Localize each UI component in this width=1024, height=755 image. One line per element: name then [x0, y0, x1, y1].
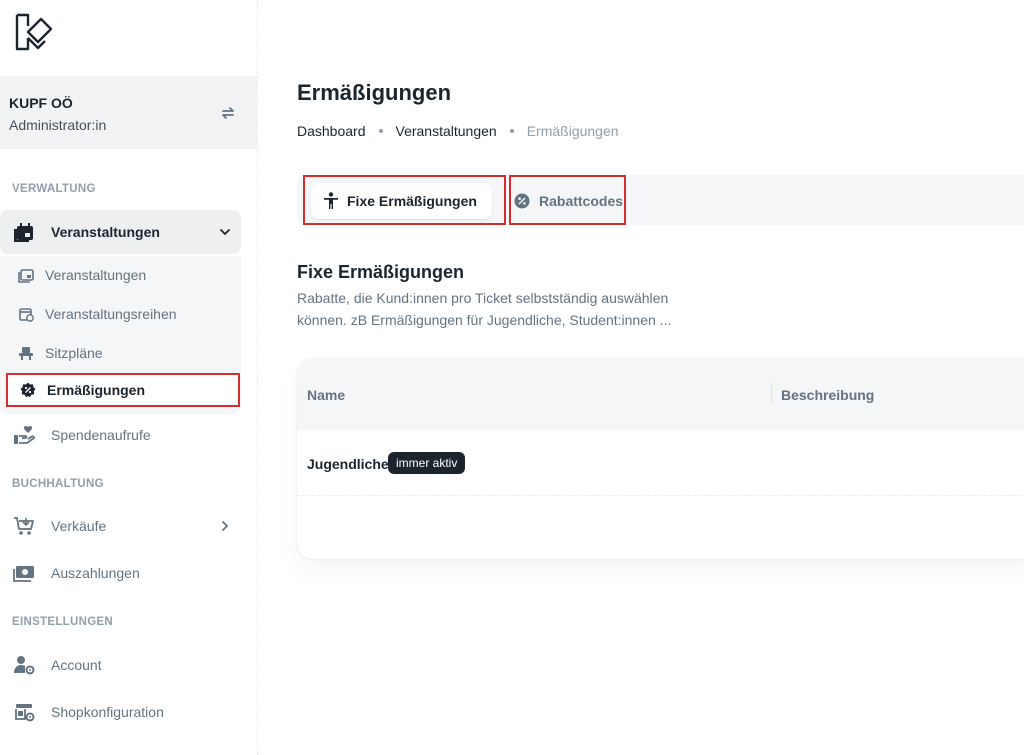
money-icon	[12, 561, 36, 585]
sidebar-item-donations[interactable]: Spendenaufrufe	[0, 413, 241, 457]
account-role: Administrator:in	[9, 117, 107, 133]
section-description: Rabatte, die Kund:innen pro Ticket selbs…	[297, 290, 672, 328]
breadcrumb-current: Ermäßigungen	[526, 123, 619, 139]
sidebar-item-label: Veranstaltungen	[51, 224, 160, 240]
table-row[interactable]: Jugendliche immer aktiv	[297, 430, 1024, 496]
sidebar-item-label: Spendenaufrufe	[51, 427, 151, 443]
page-title: Ermäßigungen	[297, 80, 452, 105]
breadcrumb: Dashboard Veranstaltungen Ermäßigungen	[297, 123, 619, 139]
sidebar-item-discounts[interactable]: Ermäßigungen	[6, 373, 240, 407]
brand-logo[interactable]	[14, 12, 54, 52]
sidebar-item-events-parent[interactable]: Veranstaltungen	[0, 210, 241, 254]
cart-icon	[12, 514, 36, 538]
tab-label: Fixe Ermäßigungen	[347, 193, 477, 209]
tab-label: Rabattcodes	[539, 193, 624, 209]
sidebar-item-payouts[interactable]: Auszahlungen	[0, 551, 241, 595]
sidebar-item-account[interactable]: Account	[0, 643, 241, 687]
chair-icon	[17, 344, 35, 362]
hand-heart-icon	[12, 423, 36, 447]
column-header-description[interactable]: Beschreibung	[781, 387, 874, 403]
column-divider	[771, 383, 772, 405]
account-name: KUPF OÖ	[9, 95, 73, 111]
status-badge: immer aktiv	[388, 452, 466, 474]
breadcrumb-separator	[378, 129, 383, 133]
section-label-management: VERWALTUNG	[12, 183, 96, 195]
sidebar-item-label: Veranstaltungsreihen	[45, 306, 177, 322]
section-label-accounting: BUCHHALTUNG	[12, 478, 104, 490]
coupon-icon	[514, 193, 530, 209]
breadcrumb-link-dashboard[interactable]: Dashboard	[297, 123, 366, 139]
sidebar-item-label: Sitzpläne	[45, 345, 103, 361]
sidebar-item-events[interactable]: Veranstaltungen	[6, 258, 240, 292]
tab-discount-codes[interactable]: Rabattcodes	[509, 175, 626, 225]
breadcrumb-separator	[509, 129, 514, 133]
shop-settings-icon	[12, 700, 36, 724]
sidebar-item-label: Veranstaltungen	[45, 267, 147, 283]
account-switcher[interactable]: KUPF OÖ Administrator:in	[0, 76, 257, 149]
chevron-down-icon	[218, 225, 232, 239]
chevron-right-icon	[218, 519, 232, 533]
main-content: Ermäßigungen Dashboard Veranstaltungen E…	[258, 0, 1024, 755]
tab-bar: Fixe Ermäßigungen Rabattcodes	[297, 175, 1024, 225]
sidebar-item-label: Auszahlungen	[51, 565, 140, 581]
sidebar-item-seating-plans[interactable]: Sitzpläne	[6, 336, 240, 370]
sidebar-item-event-series[interactable]: Veranstaltungsreihen	[6, 297, 240, 331]
sidebar-item-label: Ermäßigungen	[47, 382, 146, 398]
sidebar-item-sales[interactable]: Verkäufe	[0, 504, 241, 548]
column-header-name[interactable]: Name	[307, 387, 345, 403]
user-settings-icon	[12, 653, 36, 677]
calendar-icon	[17, 266, 35, 284]
sidebar-item-label: Account	[51, 657, 102, 673]
person-icon	[323, 192, 339, 210]
events-submenu: Veranstaltungen Veranstaltungsreihen Sit…	[0, 256, 241, 414]
tab-fixed-discounts[interactable]: Fixe Ermäßigungen	[303, 175, 506, 225]
cell-name: Jugendliche	[307, 456, 389, 472]
table-header: Name Beschreibung	[297, 359, 1024, 430]
calendar-icon	[12, 220, 36, 244]
swap-icon[interactable]	[219, 104, 237, 122]
calendar-clock-icon	[17, 305, 35, 323]
breadcrumb-link-events[interactable]: Veranstaltungen	[396, 123, 497, 139]
section-label-settings: EINSTELLUNGEN	[12, 616, 114, 628]
section-title: Fixe Ermäßigungen	[297, 262, 465, 282]
discounts-table: Name Beschreibung Jugendliche immer akti…	[297, 359, 1024, 559]
sidebar-item-label: Shopkonfiguration	[51, 704, 164, 720]
discount-badge-icon	[19, 381, 37, 399]
sidebar-item-label: Verkäufe	[51, 518, 107, 534]
sidebar: KUPF OÖ Administrator:in VERWALTUNG Vera…	[0, 0, 258, 755]
sidebar-item-shop-config[interactable]: Shopkonfiguration	[0, 690, 241, 734]
